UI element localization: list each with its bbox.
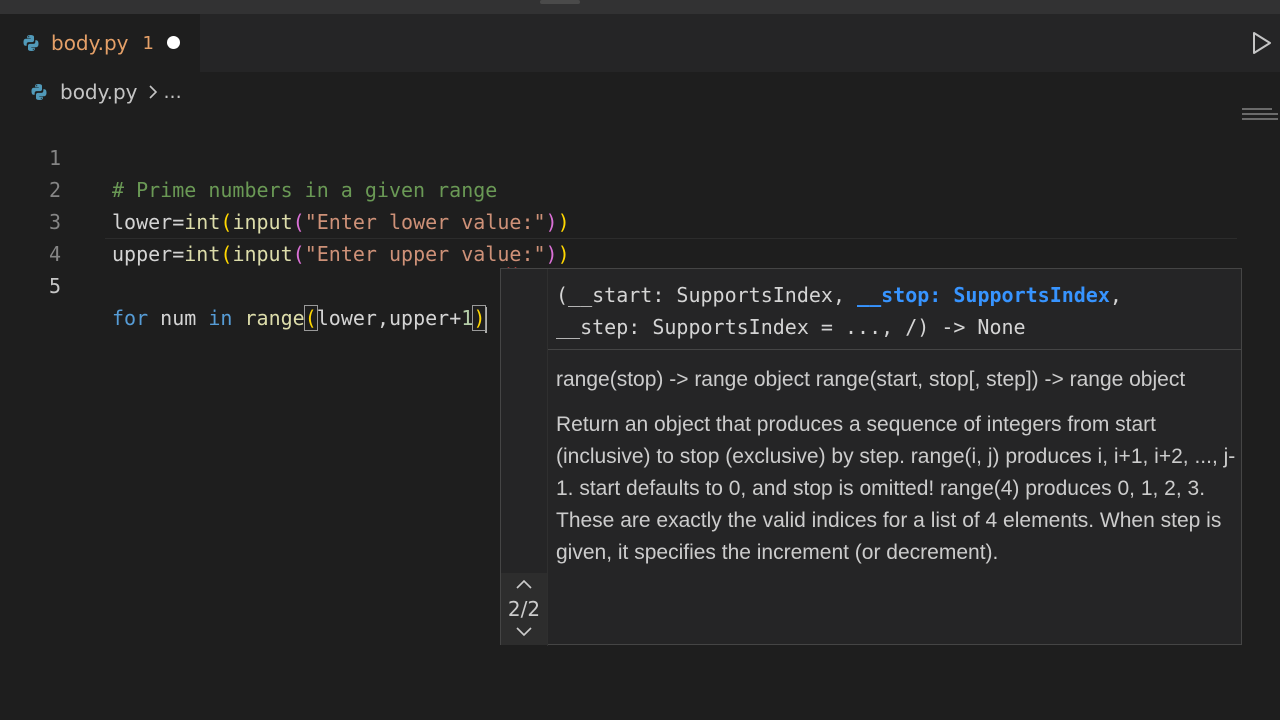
divider: [548, 349, 1242, 350]
signature-documentation: range(stop) -> range object range(start,…: [556, 364, 1236, 582]
run-button[interactable]: [1250, 30, 1274, 56]
code-variable: num: [160, 306, 197, 330]
breadcrumb-file[interactable]: body.py: [60, 80, 138, 104]
python-file-icon: [30, 83, 48, 101]
code-bracket: (: [303, 305, 318, 331]
python-file-icon: [22, 34, 40, 52]
next-overload-button[interactable]: [514, 625, 534, 639]
overload-navigator: 2/2: [501, 573, 547, 645]
chevron-up-icon: [516, 579, 532, 589]
code-line-5[interactable]: 5 for num in range(lower,upper+1): [0, 238, 1240, 333]
doc-summary: range(stop) -> range object range(start,…: [556, 368, 1186, 391]
code-line-2[interactable]: 2 lower=int(input("Enter lower value:")): [0, 142, 1240, 234]
chevron-down-icon: [516, 627, 532, 637]
code-operator: ,: [376, 306, 390, 330]
editor-tab-bar: body.py 1: [0, 14, 1280, 72]
dirty-indicator-dot[interactable]: [167, 36, 180, 49]
line-number: 5: [48, 274, 62, 298]
code-keyword: for: [112, 306, 149, 330]
code-function: range: [244, 306, 305, 330]
overload-count: 2/2: [507, 597, 541, 621]
signature-line-2: __step: SupportsIndex = ..., /) -> None: [556, 315, 1026, 339]
tab-problem-count: 1: [142, 32, 154, 54]
code-bracket: ): [472, 305, 487, 331]
minimap[interactable]: [1242, 108, 1278, 128]
code-number: 1: [461, 306, 474, 330]
chevron-right-icon: [146, 82, 160, 102]
text-cursor: [485, 306, 488, 333]
title-bar-fragment: [540, 0, 580, 4]
code-line-3[interactable]: 3 upper=int(input("Enter upper value:")): [0, 174, 1240, 266]
divider: [547, 269, 548, 646]
vscode-window: body.py 1 body.py ... 1 # Prime numbers …: [0, 0, 1280, 720]
previous-overload-button[interactable]: [514, 577, 534, 591]
code-line-1[interactable]: 1 # Prime numbers in a given range: [0, 110, 1240, 202]
code-keyword: in: [208, 306, 233, 330]
code-variable: upper: [389, 306, 450, 330]
signature-prefix: (__start: SupportsIndex,: [556, 283, 858, 307]
tab-body-py[interactable]: body.py 1: [0, 14, 200, 72]
doc-body: Return an object that produces a sequenc…: [556, 413, 1236, 564]
tab-filename: body.py: [51, 31, 129, 55]
code-line-4[interactable]: 4: [0, 206, 1240, 266]
title-bar: [0, 0, 1280, 14]
run-icon: [1253, 32, 1271, 54]
signature-help-popup[interactable]: 2/2 (__start: SupportsIndex, __stop: Sup…: [500, 268, 1242, 646]
breadcrumb: body.py ...: [30, 78, 182, 106]
active-parameter: __stop: SupportsIndex: [857, 283, 1110, 307]
breadcrumb-symbol[interactable]: ...: [164, 81, 182, 103]
signature-separator: ,: [1109, 283, 1122, 307]
signature-text: (__start: SupportsIndex, __stop: Support…: [556, 279, 1236, 343]
code-variable: lower: [316, 306, 377, 330]
code-operator: +: [449, 306, 462, 330]
